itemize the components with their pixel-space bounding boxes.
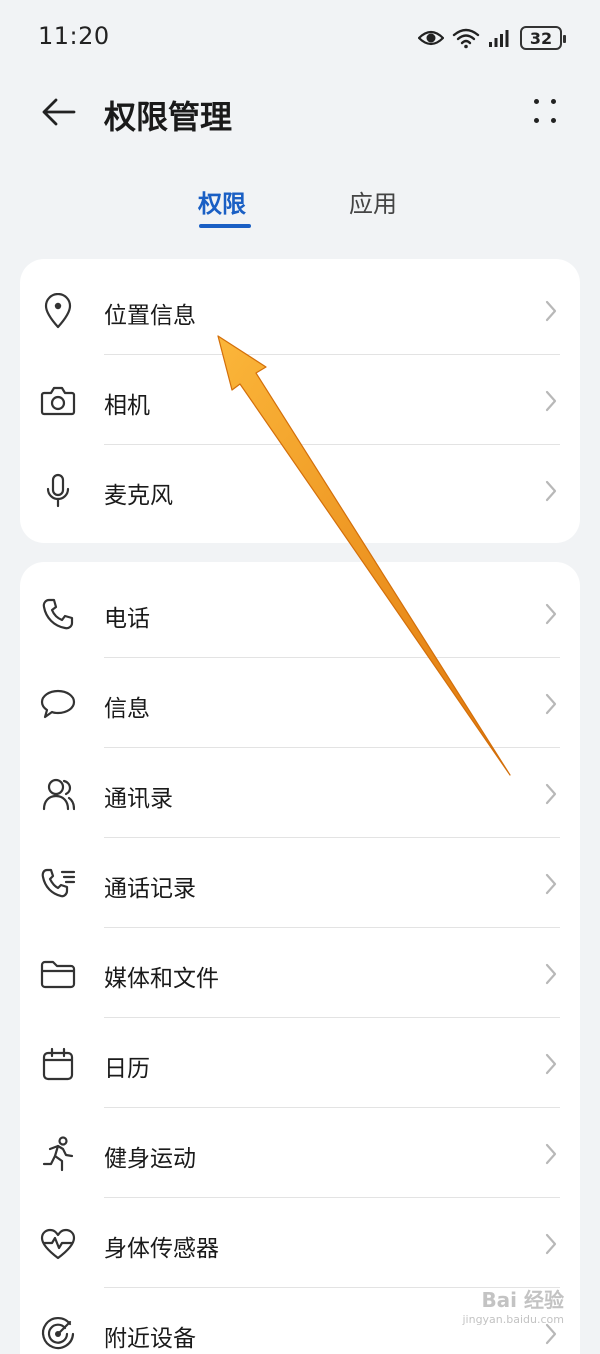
- tab-apps[interactable]: 应用: [349, 184, 397, 219]
- wifi-icon: [452, 27, 480, 49]
- folder-icon: [40, 956, 76, 992]
- more-options-button[interactable]: [532, 96, 560, 128]
- permission-label: 位置信息: [104, 303, 196, 329]
- watermark-text: Bai 经验: [481, 1288, 564, 1312]
- permission-row-location[interactable]: 位置信息: [20, 265, 580, 355]
- watermark-url: jingyan.baidu.com: [462, 1313, 564, 1326]
- message-icon: [40, 686, 76, 722]
- status-bar: 11:20 32: [0, 0, 600, 76]
- chevron-right-icon: [545, 1233, 557, 1255]
- permission-label: 媒体和文件: [104, 966, 219, 992]
- chevron-right-icon: [545, 693, 557, 715]
- permission-row-phone[interactable]: 电话: [20, 568, 580, 658]
- permission-group-2: 电话 信息 通讯录 通话记录 媒体和文件 日历 健身运动 身体传感器 附近设备: [20, 562, 580, 1354]
- chevron-right-icon: [545, 963, 557, 985]
- nearby-devices-icon: [40, 1316, 76, 1352]
- permission-label: 麦克风: [104, 483, 173, 509]
- permission-row-contacts[interactable]: 通讯录: [20, 748, 580, 838]
- permission-label: 信息: [104, 696, 150, 722]
- active-tab-indicator: [199, 224, 251, 228]
- chevron-right-icon: [545, 783, 557, 805]
- permission-label: 通话记录: [104, 876, 196, 902]
- location-pin-icon: [40, 293, 76, 329]
- chevron-right-icon: [545, 390, 557, 412]
- phone-icon: [40, 596, 76, 632]
- more-dots-icon: [534, 99, 539, 104]
- permission-row-messages[interactable]: 信息: [20, 658, 580, 748]
- permission-label: 附近设备: [104, 1326, 196, 1352]
- watermark-logo: Bai 经验 jingyan.baidu.com: [462, 1284, 564, 1326]
- tab-permissions[interactable]: 权限: [198, 184, 246, 219]
- permission-row-microphone[interactable]: 麦克风: [20, 445, 580, 535]
- eye-icon: [418, 28, 444, 48]
- page-title: 权限管理: [104, 98, 233, 136]
- permission-row-fitness[interactable]: 健身运动: [20, 1108, 580, 1198]
- permission-row-call-log[interactable]: 通话记录: [20, 838, 580, 928]
- back-arrow-icon: [42, 98, 76, 126]
- permission-label: 通讯录: [104, 786, 173, 812]
- calendar-icon: [40, 1046, 76, 1082]
- header: 权限管理: [0, 80, 600, 144]
- back-button[interactable]: [38, 94, 78, 130]
- camera-icon: [40, 383, 76, 419]
- chevron-right-icon: [545, 480, 557, 502]
- permission-label: 相机: [104, 393, 150, 419]
- signal-icon: [488, 28, 512, 48]
- status-icons: 32: [418, 24, 566, 52]
- battery-icon: 32: [520, 26, 566, 50]
- chevron-right-icon: [545, 300, 557, 322]
- permission-label: 健身运动: [104, 1146, 196, 1172]
- chevron-right-icon: [545, 1143, 557, 1165]
- chevron-right-icon: [545, 873, 557, 895]
- permission-label: 日历: [104, 1056, 150, 1082]
- contacts-icon: [40, 776, 76, 812]
- permission-row-calendar[interactable]: 日历: [20, 1018, 580, 1108]
- permission-label: 身体传感器: [104, 1236, 219, 1262]
- permission-row-media-files[interactable]: 媒体和文件: [20, 928, 580, 1018]
- permission-row-camera[interactable]: 相机: [20, 355, 580, 445]
- permission-row-body-sensors[interactable]: 身体传感器: [20, 1198, 580, 1288]
- running-icon: [40, 1136, 76, 1172]
- permission-label: 电话: [104, 606, 150, 632]
- chevron-right-icon: [545, 1053, 557, 1075]
- call-log-icon: [40, 866, 76, 902]
- status-time: 11:20: [38, 22, 110, 50]
- microphone-icon: [40, 473, 76, 509]
- permission-group-1: 位置信息 相机 麦克风: [20, 259, 580, 543]
- chevron-right-icon: [545, 603, 557, 625]
- tab-bar: 权限 应用: [0, 180, 600, 232]
- heart-rate-icon: [40, 1226, 76, 1262]
